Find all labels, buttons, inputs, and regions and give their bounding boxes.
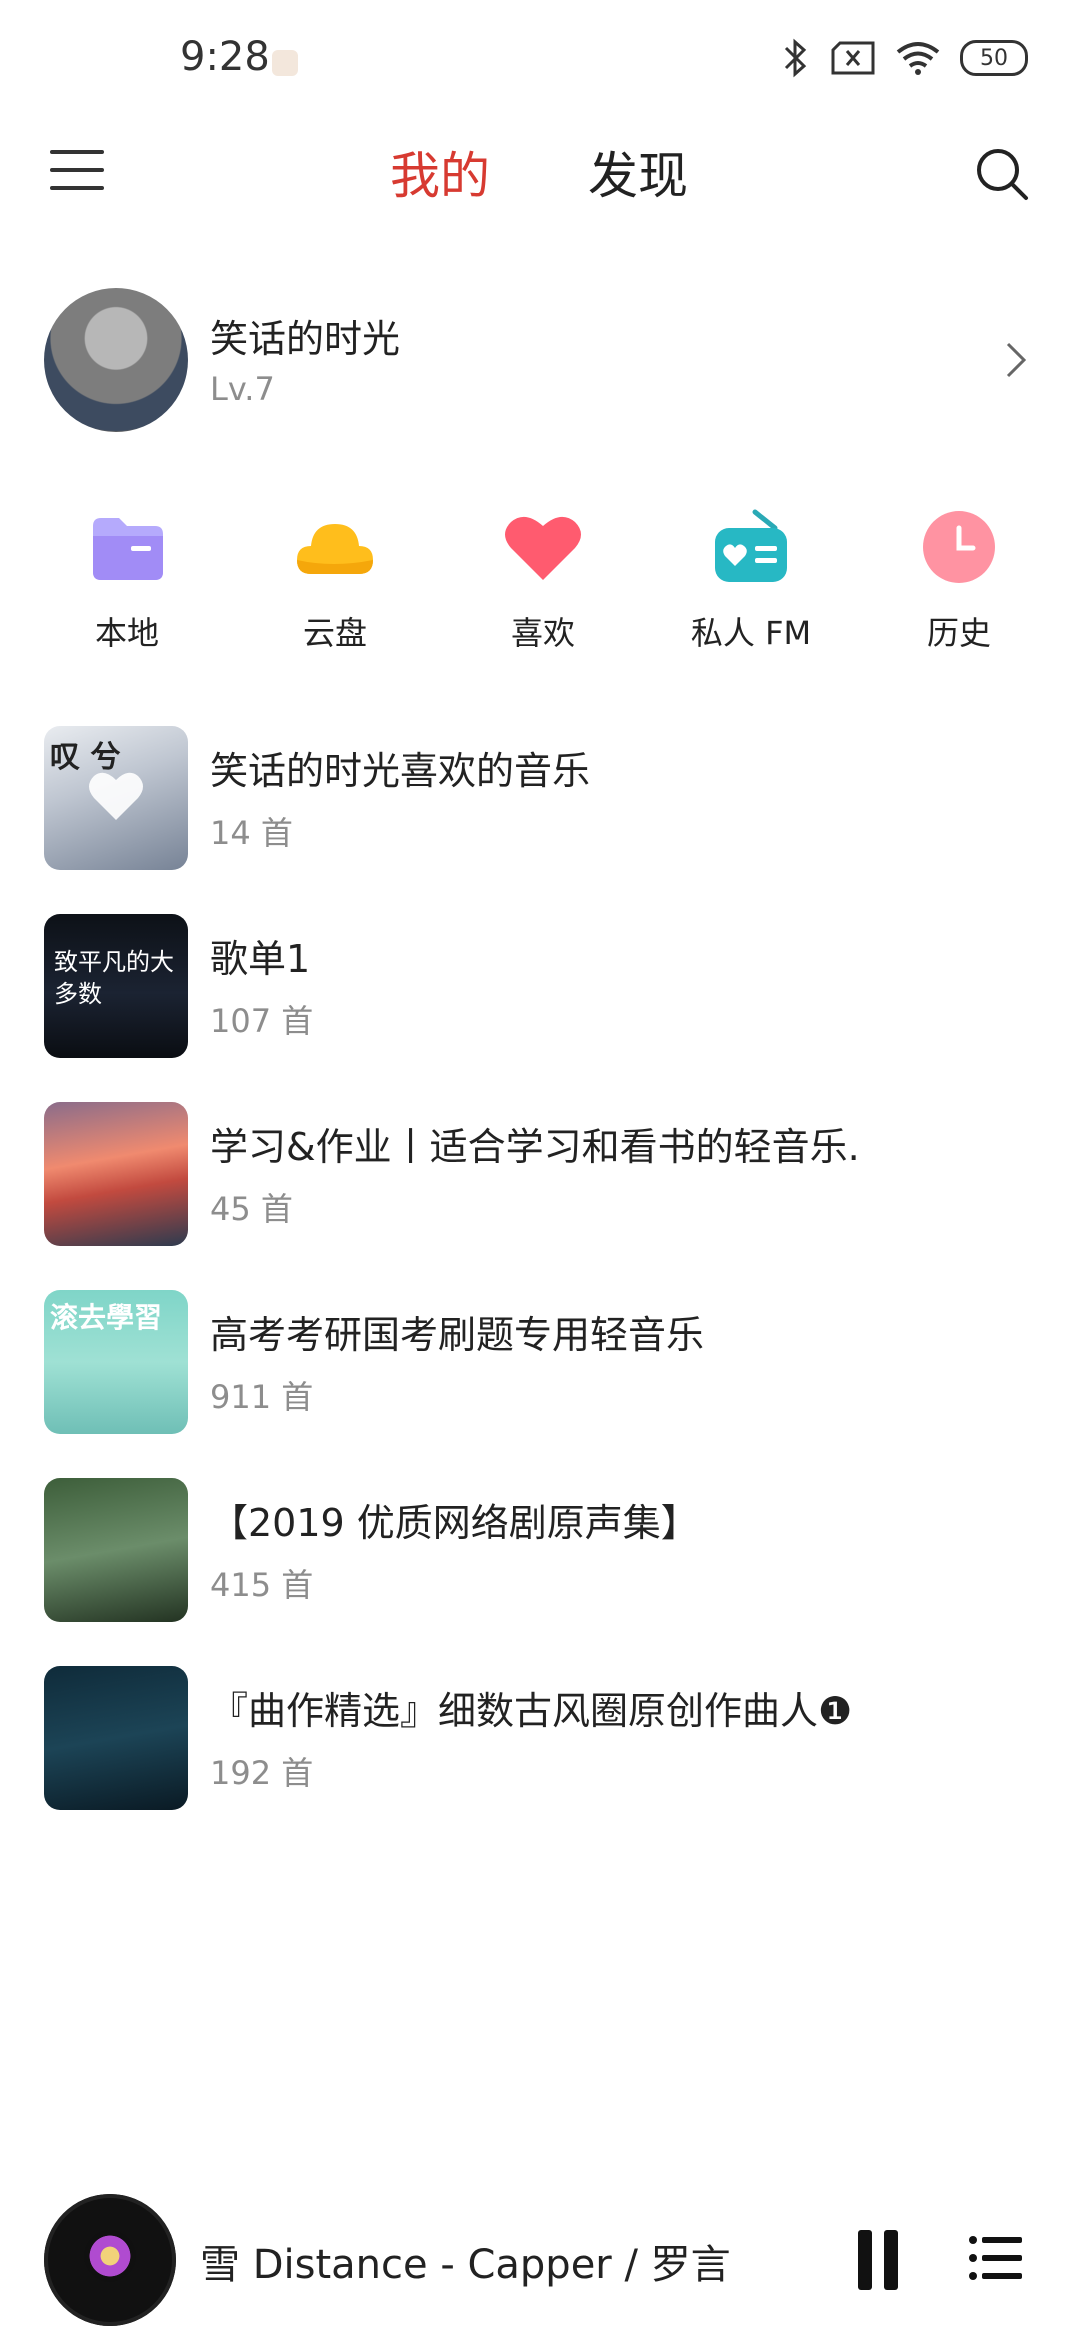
playlist-title: 笑话的时光喜欢的音乐 [210,749,591,793]
now-playing-title: 雪 Distance - Capper / 罗言 [200,2242,731,2288]
profile-name: 笑话的时光 [210,317,401,361]
tab-discover[interactable]: 发现 [588,136,688,208]
top-navigation: 我的 发现 [0,120,1080,220]
shortcut-cloud[interactable]: 云盘 [250,508,420,654]
playlist-list: 叹 兮 笑话的时光喜欢的音乐 14 首 致平凡的大多数 歌单1 107 首 学习… [44,726,1036,1854]
shortcut-label: 私人 FM [690,614,812,652]
playlist-cover [44,1666,188,1810]
playlist-title: 『曲作精选』细数古风圈原创作曲人❶ [210,1689,853,1733]
playlist-item[interactable]: 致平凡的大多数 歌单1 107 首 [44,914,1036,1058]
playlist-count: 415 首 [210,1566,314,1604]
album-disc[interactable] [44,2194,176,2326]
heart-icon [89,772,143,820]
heart-icon [505,516,581,580]
playlist-cover: 叹 兮 [44,726,188,870]
shortcut-label: 喜欢 [510,614,575,652]
playlist-item[interactable]: 『曲作精选』细数古风圈原创作曲人❶ 192 首 [44,1666,1036,1810]
profile-card[interactable]: 笑话的时光 Lv.7 [44,288,1036,434]
shortcut-personal-fm[interactable]: 私人 FM [666,508,836,654]
shortcut-label: 历史 [926,614,991,652]
shortcut-favorites[interactable]: 喜欢 [458,508,628,654]
pause-button[interactable] [852,2230,904,2290]
cloud-icon [297,524,373,574]
playlist-count: 14 首 [210,814,293,852]
bluetooth-icon [784,38,807,78]
shortcut-row: 本地 云盘 喜欢 私人 FM 历史 [0,508,1080,668]
tab-mine[interactable]: 我的 [390,136,490,208]
status-icons: 50 [780,38,1028,78]
radio-icon [715,509,787,582]
shortcut-local[interactable]: 本地 [42,508,212,654]
playlist-item[interactable]: 滚去學習 高考考研国考刷题专用轻音乐 911 首 [44,1290,1036,1434]
playlist-title: 歌单1 [210,937,311,981]
playlist-title: 高考考研国考刷题专用轻音乐 [210,1313,705,1357]
playlist-cover: 滚去學習 [44,1290,188,1434]
shortcut-history[interactable]: 历史 [874,508,1044,654]
playlist-item[interactable]: 【2019 优质网络剧原声集】 415 首 [44,1478,1036,1622]
clock-icon [923,511,995,583]
cover-text: 滚去學習 [50,1301,163,1334]
wifi-icon [896,42,940,75]
sim-error-icon [831,41,875,75]
playlist-count: 192 首 [210,1754,314,1792]
status-time: 9:28 [180,34,270,80]
playlist-queue-icon[interactable] [968,2234,1024,2282]
notification-icon [272,50,298,76]
playlist-title: 学习&作业丨适合学习和看书的轻音乐. [210,1125,860,1169]
avatar[interactable] [44,288,188,432]
chevron-right-icon [1006,342,1027,378]
shortcut-label: 本地 [94,614,159,652]
battery-indicator: 50 [960,40,1028,76]
playlist-cover [44,1478,188,1622]
playlist-count: 107 首 [210,1002,314,1040]
playlist-title: 【2019 优质网络剧原声集】 [210,1501,699,1545]
shortcut-label: 云盘 [302,614,367,652]
playlist-count: 45 首 [210,1190,293,1228]
folder-icon [93,518,163,580]
playlist-cover [44,1102,188,1246]
search-icon[interactable] [972,144,1032,204]
playlist-item[interactable]: 学习&作业丨适合学习和看书的轻音乐. 45 首 [44,1102,1036,1246]
playlist-count: 911 首 [210,1378,314,1416]
status-bar: 9:28 50 [0,0,1080,120]
cover-text: 致平凡的大多数 [54,948,174,1008]
playlist-cover: 致平凡的大多数 [44,914,188,1058]
mini-player[interactable]: 雪 Distance - Capper / 罗言 [0,2186,1080,2340]
profile-level: Lv.7 [210,370,275,408]
menu-icon[interactable] [50,150,104,196]
playlist-item[interactable]: 叹 兮 笑话的时光喜欢的音乐 14 首 [44,726,1036,870]
